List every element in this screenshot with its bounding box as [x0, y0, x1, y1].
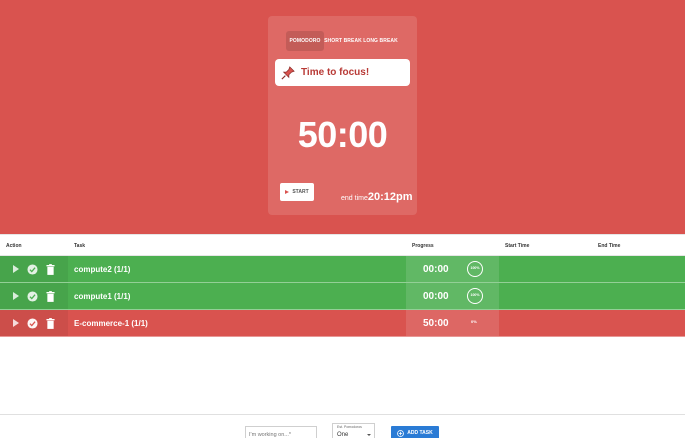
progress-time: 00:00: [423, 291, 449, 302]
end-time-label: end time: [341, 195, 368, 202]
mode-tabs: POMODORO SHORT BREAK LONG BREAK: [286, 31, 399, 51]
table-row: E-commerce-1 (1/1) 50:00 0%: [0, 310, 685, 337]
table-header: Action Task Progress Start Time End Time: [0, 234, 685, 256]
progress-percent: 0%: [471, 319, 477, 324]
table-row: compute2 (1/1) 00:00 100%: [0, 256, 685, 283]
task-name: E-commerce-1 (1/1): [74, 319, 148, 328]
add-task-button[interactable]: ADD TASK: [391, 426, 439, 438]
trash-icon[interactable]: [46, 317, 55, 329]
row-actions: [0, 256, 68, 282]
header-action: Action: [6, 243, 22, 249]
progress-cell: 00:00 100%: [406, 256, 499, 282]
trash-icon[interactable]: [46, 263, 55, 275]
timer-card: POMODORO SHORT BREAK LONG BREAK Time to …: [268, 16, 417, 215]
progress-ring: 100%: [467, 288, 483, 304]
add-task-button-label: ADD TASK: [407, 430, 433, 436]
task-name: compute2 (1/1): [74, 265, 131, 274]
check-circle-icon[interactable]: [27, 290, 38, 302]
header-task: Task: [74, 243, 86, 249]
header-end-time: End Time: [598, 243, 621, 249]
row-actions: [0, 283, 68, 309]
progress-time: 50:00: [423, 318, 449, 329]
play-icon: [285, 190, 290, 194]
progress-time: 00:00: [423, 264, 449, 275]
check-circle-icon[interactable]: [27, 317, 38, 329]
tab-long-break[interactable]: LONG BREAK: [362, 31, 399, 51]
task-table: Action Task Progress Start Time End Time…: [0, 234, 685, 337]
pushpin-icon: [281, 65, 295, 80]
chevron-down-icon: [367, 434, 371, 436]
est-pomodoros-label: Est. Pomodoros: [337, 425, 362, 429]
start-button[interactable]: START: [280, 183, 314, 201]
focus-message: Time to focus!: [301, 67, 370, 78]
est-pomodoros-value: One: [337, 432, 349, 438]
add-circle-icon: [397, 429, 405, 437]
task-input[interactable]: [245, 426, 317, 438]
timer-display: 50:00: [297, 114, 388, 155]
timer-hero: POMODORO SHORT BREAK LONG BREAK Time to …: [0, 0, 685, 234]
progress-cell: 00:00 100%: [406, 283, 499, 309]
end-time-value: 20:12pm: [367, 191, 413, 203]
play-icon[interactable]: [13, 292, 19, 300]
end-time: end time20:12pm: [341, 187, 413, 205]
est-pomodoros-select[interactable]: Est. Pomodoros One: [332, 423, 375, 438]
row-actions: [0, 310, 68, 336]
progress-cell: 50:00 0%: [406, 310, 499, 336]
check-circle-icon[interactable]: [27, 263, 38, 275]
start-button-label: START: [292, 189, 309, 195]
focus-banner: Time to focus!: [275, 59, 410, 86]
add-task-bar: Est. Pomodoros One ADD TASK: [0, 414, 685, 438]
tab-short-break[interactable]: SHORT BREAK: [324, 31, 362, 51]
header-progress: Progress: [412, 243, 434, 249]
task-name: compute1 (1/1): [74, 292, 131, 301]
table-row: compute1 (1/1) 00:00 100%: [0, 283, 685, 310]
play-icon[interactable]: [13, 319, 19, 327]
progress-ring: 100%: [467, 261, 483, 277]
tab-pomodoro[interactable]: POMODORO: [286, 31, 324, 51]
trash-icon[interactable]: [46, 290, 55, 302]
header-start-time: Start Time: [505, 243, 530, 249]
play-icon[interactable]: [13, 265, 19, 273]
